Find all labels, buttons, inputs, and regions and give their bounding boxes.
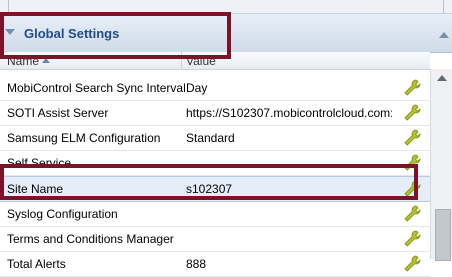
wrench-edit-icon[interactable] [402, 103, 422, 123]
scrollbar-thumb[interactable] [435, 209, 451, 261]
table-row-selected[interactable]: Site Name s102307 [0, 176, 430, 202]
wrench-edit-icon[interactable] [402, 254, 422, 274]
setting-value: 888 [186, 257, 207, 271]
wrench-edit-icon[interactable] [402, 229, 422, 249]
column-divider[interactable] [181, 52, 182, 69]
table-row[interactable]: SOTI Assist Server https://S102307.mobic… [0, 101, 430, 126]
setting-name: Terms and Conditions Manager [7, 232, 174, 246]
setting-name: Total Alerts [7, 257, 66, 271]
setting-value: Day [186, 81, 208, 95]
table-row[interactable]: MobiControl Search Sync Interval Day [0, 76, 430, 101]
table-row[interactable]: Terms and Conditions Manager [0, 227, 430, 252]
setting-value: https://S102307.mobicontrolcloud.com:... [186, 106, 392, 120]
wrench-edit-icon[interactable] [402, 204, 422, 224]
setting-value: s102307 [186, 182, 233, 196]
setting-name: Samsung ELM Configuration [7, 131, 161, 145]
table-row[interactable]: Syslog Configuration [0, 202, 430, 227]
top-toolbar-strip [0, 0, 452, 14]
column-header-name[interactable]: Name [7, 54, 39, 68]
vertical-scrollbar[interactable] [430, 69, 452, 261]
setting-name: MobiControl Search Sync Interval [7, 81, 186, 95]
wrench-edit-icon[interactable] [402, 179, 422, 199]
chevron-down-icon[interactable] [5, 29, 15, 35]
setting-name: Syslog Configuration [7, 207, 118, 221]
panel-title: Global Settings [24, 26, 120, 41]
toolbar-divider [443, 0, 444, 13]
table-row[interactable]: Self Service [0, 151, 430, 176]
setting-name: Self Service [7, 156, 72, 170]
scroll-up-arrow-icon[interactable] [437, 75, 447, 81]
setting-name: Site Name [7, 182, 64, 196]
column-header-row: Name Value [0, 52, 430, 70]
settings-grid: MobiControl Search Sync Interval Day SOT… [0, 76, 430, 277]
table-row[interactable]: Samsung ELM Configuration Standard [0, 126, 430, 151]
table-row[interactable]: Total Alerts 888 [0, 252, 430, 277]
wrench-edit-icon[interactable] [402, 153, 422, 173]
column-header-value[interactable]: Value [186, 54, 216, 68]
toolbar-divider [8, 0, 9, 13]
scroll-up-icon[interactable] [439, 32, 449, 38]
wrench-edit-icon[interactable] [402, 78, 422, 98]
setting-name: SOTI Assist Server [7, 106, 109, 120]
global-settings-panel-header[interactable]: Global Settings [0, 14, 452, 53]
setting-value: Standard [186, 131, 235, 145]
wrench-edit-icon[interactable] [402, 128, 422, 148]
sort-ascending-icon[interactable] [42, 58, 50, 63]
